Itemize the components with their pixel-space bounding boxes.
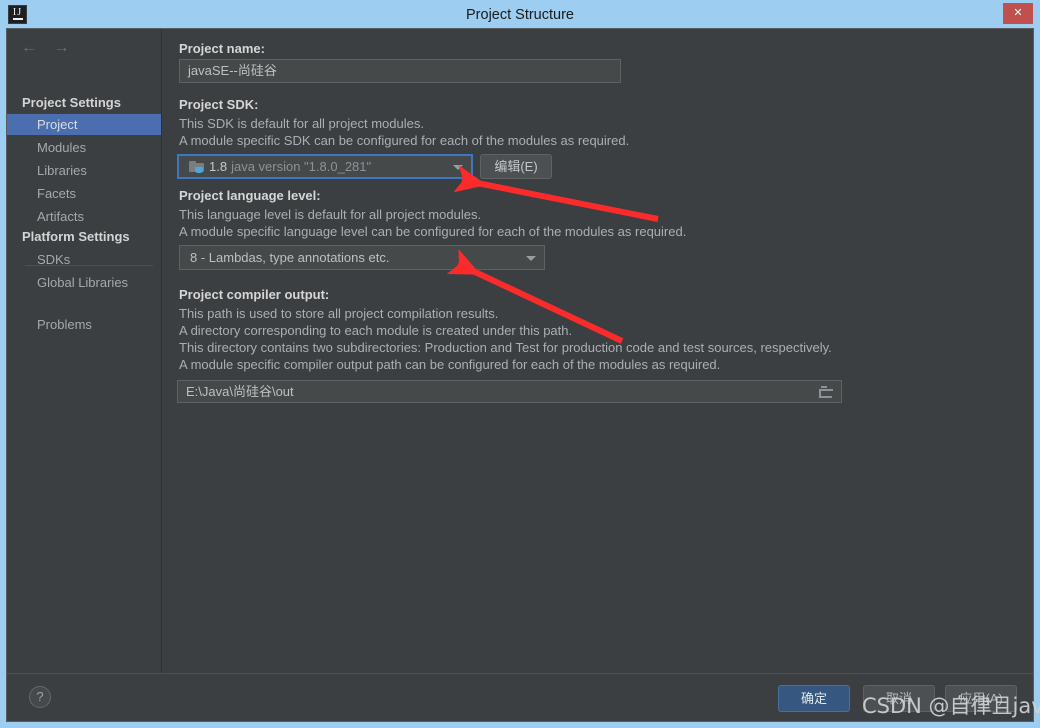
compiler-output-desc-4: A module specific compiler output path c… — [179, 357, 721, 372]
edit-sdk-button[interactable]: 编辑(E) — [480, 154, 552, 179]
jdk-folder-icon — [189, 160, 204, 173]
project-sdk-desc-2: A module specific SDK can be configured … — [179, 133, 630, 148]
project-sdk-version: 1.8 — [209, 159, 228, 174]
language-level-value: 8 - Lambdas, type annotations etc. — [190, 250, 390, 265]
compiler-output-label: Project compiler output: — [179, 287, 330, 302]
help-button[interactable]: ? — [29, 686, 51, 708]
sidebar-item-global-libraries[interactable]: Global Libraries — [7, 272, 161, 293]
sidebar-item-facets[interactable]: Facets — [7, 183, 161, 204]
project-structure-window: IJ Project Structure ✕ ← → Project Setti… — [0, 0, 1040, 728]
forward-arrow-icon[interactable]: → — [47, 37, 75, 59]
navigation-arrows: ← → — [15, 37, 75, 59]
dialog-body: ← → Project Settings Project Modules Lib… — [6, 28, 1034, 722]
chevron-down-icon — [453, 164, 463, 170]
language-level-desc-2: A module specific language level can be … — [179, 224, 687, 239]
sidebar: ← → Project Settings Project Modules Lib… — [7, 29, 162, 673]
compiler-output-path-value: E:\Java\尚硅谷\out — [186, 384, 294, 399]
sidebar-item-project[interactable]: Project — [7, 114, 161, 135]
sidebar-group-project-settings: Project Settings — [22, 95, 121, 110]
project-sdk-value: 1.8 java version "1.8.0_281" — [189, 156, 371, 177]
sidebar-item-libraries[interactable]: Libraries — [7, 160, 161, 181]
title-bar: IJ Project Structure ✕ — [0, 0, 1040, 30]
sidebar-item-problems[interactable]: Problems — [7, 314, 161, 335]
chevron-down-icon — [526, 255, 536, 261]
sidebar-group-platform-settings: Platform Settings — [22, 229, 130, 244]
language-level-dropdown[interactable]: 8 - Lambdas, type annotations etc. — [179, 245, 545, 270]
compiler-output-path-input[interactable]: E:\Java\尚硅谷\out — [177, 380, 842, 403]
sidebar-item-artifacts[interactable]: Artifacts — [7, 206, 161, 227]
project-name-label: Project name: — [179, 41, 265, 56]
close-icon[interactable]: ✕ — [1003, 3, 1033, 24]
sidebar-item-sdks[interactable]: SDKs — [7, 249, 161, 270]
csdn-watermark: CSDN @自律且java — [862, 694, 1040, 718]
project-name-input[interactable]: javaSE--尚硅谷 — [179, 59, 621, 83]
project-sdk-desc-1: This SDK is default for all project modu… — [179, 116, 424, 131]
project-sdk-label: Project SDK: — [179, 97, 259, 112]
language-level-desc-1: This language level is default for all p… — [179, 207, 482, 222]
sidebar-item-modules[interactable]: Modules — [7, 137, 161, 158]
back-arrow-icon[interactable]: ← — [15, 37, 43, 59]
compiler-output-desc-3: This directory contains two subdirectori… — [179, 340, 832, 355]
browse-folder-icon[interactable] — [818, 386, 833, 397]
compiler-output-desc-2: A directory corresponding to each module… — [179, 323, 573, 338]
compiler-output-desc-1: This path is used to store all project c… — [179, 306, 499, 321]
sidebar-divider — [25, 265, 153, 266]
ok-button[interactable]: 确定 — [778, 685, 850, 712]
language-level-label: Project language level: — [179, 188, 321, 203]
project-sdk-dropdown[interactable]: 1.8 java version "1.8.0_281" — [177, 154, 473, 179]
content-pane: Project name: javaSE--尚硅谷 Project SDK: T… — [163, 29, 1033, 673]
project-sdk-detail: java version "1.8.0_281" — [231, 159, 372, 174]
page-title: Project Structure — [466, 7, 574, 23]
